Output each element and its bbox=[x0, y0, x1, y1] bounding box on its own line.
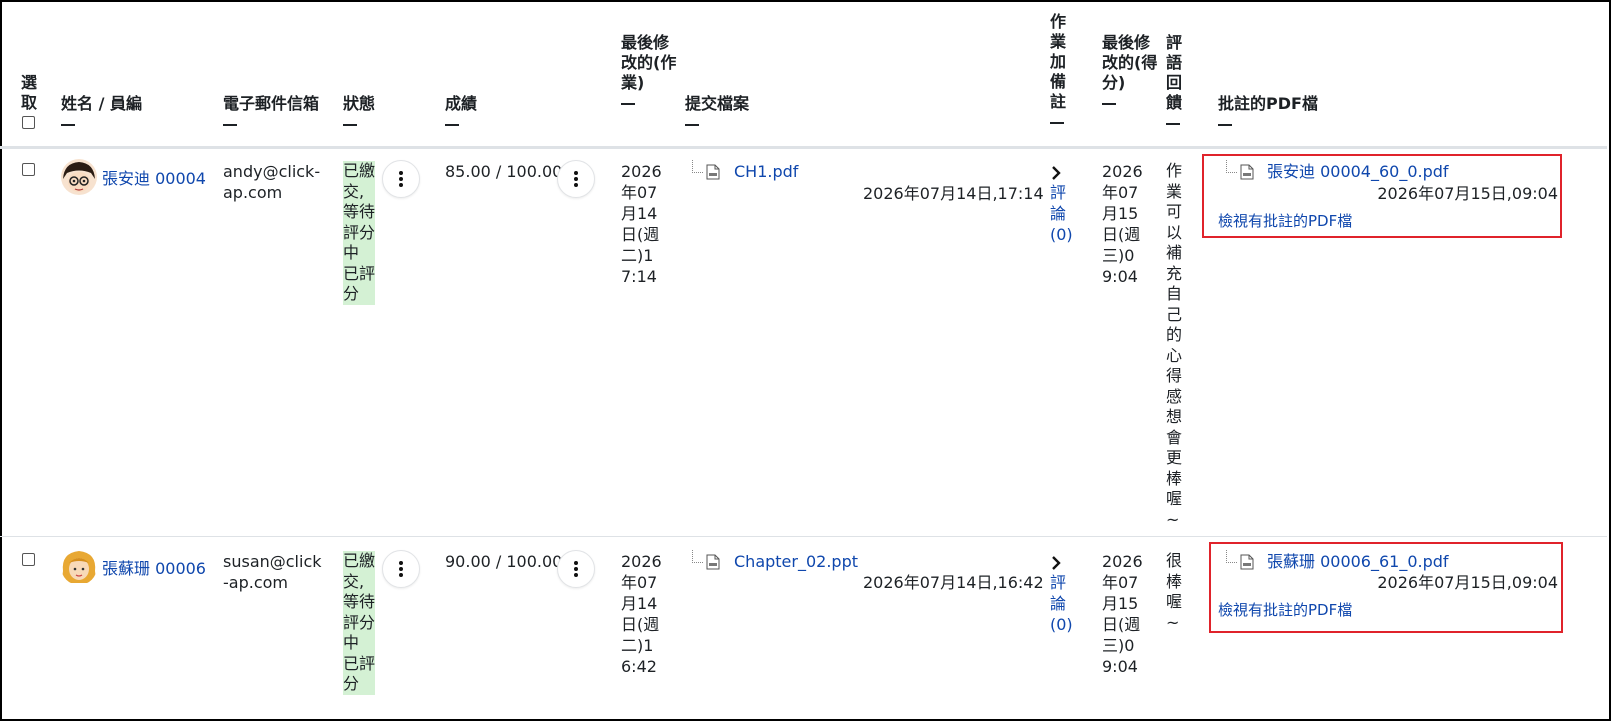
row-select-checkbox[interactable] bbox=[22, 553, 35, 566]
submitted-file-time: 2026年07月14日,17:14 bbox=[863, 184, 1044, 203]
annotated-file-time: 2026年07月15日,09:04 bbox=[1377, 184, 1558, 203]
grade-date: 2026年07月15日(週三)09:04 bbox=[1102, 552, 1143, 676]
comments-link[interactable]: 評論(0) bbox=[1050, 572, 1073, 635]
status-line: 評分 bbox=[343, 222, 376, 242]
status-line: 中 bbox=[343, 633, 360, 652]
header-feedback-label[interactable]: 評語回饋 bbox=[1166, 33, 1182, 112]
view-annotated-pdf-link[interactable]: 檢視有批註的PDF檔 bbox=[1218, 211, 1352, 232]
header-grade-label[interactable]: 成績 bbox=[445, 94, 477, 113]
email-text: susan@click-ap.com bbox=[223, 552, 322, 592]
header-email-label[interactable]: 電子郵件信箱 bbox=[223, 94, 319, 113]
sort-dash-icon[interactable] bbox=[61, 124, 75, 126]
sort-dash-icon[interactable] bbox=[445, 124, 459, 126]
select-all-checkbox[interactable] bbox=[22, 116, 35, 129]
header-name[interactable]: 姓名 / 員編 bbox=[61, 94, 142, 126]
status-line: 已評 bbox=[343, 263, 376, 283]
header-separator bbox=[0, 146, 1607, 149]
sort-dash-icon[interactable] bbox=[1166, 123, 1180, 125]
pdf-file-icon bbox=[1240, 554, 1254, 570]
sort-dash-icon[interactable] bbox=[343, 124, 357, 126]
user-name-link[interactable]: 張蘇珊 00006 bbox=[102, 558, 206, 579]
annotated-file-link[interactable]: 張蘇珊 00006_61_0.pdf bbox=[1267, 551, 1449, 572]
chevron-right-icon bbox=[1052, 556, 1061, 570]
header-last-modified-submission[interactable]: 最後修改的(作業) bbox=[621, 33, 681, 105]
header-name-label[interactable]: 姓名 / 員編 bbox=[61, 94, 142, 113]
header-last-modified-grade-label[interactable]: 最後修改的(得分) bbox=[1102, 33, 1157, 92]
status-menu-button[interactable] bbox=[382, 550, 420, 588]
status-badge: 已繳交, 等待 評分 中 已評 分 bbox=[343, 551, 375, 695]
feedback-text: 很棒喔~ bbox=[1166, 551, 1183, 632]
grade-text: 85.00 / 100.00 bbox=[445, 162, 563, 181]
ppt-file-icon bbox=[706, 554, 720, 570]
submission-date: 2026年07月14日(週二)16:42 bbox=[621, 552, 662, 676]
avatar[interactable] bbox=[61, 549, 97, 585]
status-line: 已評 bbox=[343, 653, 376, 673]
more-vertical-icon bbox=[574, 561, 578, 577]
header-files-label[interactable]: 提交檔案 bbox=[685, 94, 749, 113]
header-last-modified-submission-label[interactable]: 最後修改的(作業) bbox=[621, 33, 676, 92]
header-status-label[interactable]: 狀態 bbox=[343, 94, 375, 113]
status-menu-button[interactable] bbox=[382, 160, 420, 198]
annotated-file-link[interactable]: 張安迪 00004_60_0.pdf bbox=[1267, 161, 1449, 182]
status-line: 已繳交, bbox=[343, 161, 376, 201]
header-select: 選取 bbox=[21, 73, 38, 112]
status-badge: 已繳交, 等待 評分 中 已評 分 bbox=[343, 161, 375, 305]
status-line: 分 bbox=[343, 674, 360, 693]
submitted-file-link[interactable]: Chapter_02.ppt bbox=[734, 551, 858, 572]
sort-dash-icon[interactable] bbox=[1050, 122, 1064, 124]
sort-dash-icon[interactable] bbox=[223, 124, 237, 126]
grade-menu-button[interactable] bbox=[557, 160, 595, 198]
file-tree-line bbox=[692, 550, 703, 563]
view-annotated-pdf-link[interactable]: 檢視有批註的PDF檔 bbox=[1218, 600, 1352, 621]
submission-date: 2026年07月14日(週二)17:14 bbox=[621, 162, 662, 286]
status-line: 評分 bbox=[343, 612, 376, 632]
status-line: 中 bbox=[343, 243, 360, 262]
pdf-file-icon bbox=[1240, 164, 1254, 180]
status-line: 等待 bbox=[343, 202, 376, 221]
row-select-checkbox[interactable] bbox=[22, 163, 35, 176]
sort-dash-icon[interactable] bbox=[685, 124, 699, 126]
sort-dash-icon[interactable] bbox=[1102, 103, 1116, 105]
feedback-text: 作業可以補充自己的心得感想會更棒喔~ bbox=[1166, 161, 1183, 529]
annotated-file-time: 2026年07月15日,09:04 bbox=[1377, 573, 1558, 592]
header-last-modified-grade[interactable]: 最後修改的(得分) bbox=[1102, 33, 1162, 105]
submitted-file-link[interactable]: CH1.pdf bbox=[734, 161, 798, 182]
status-line: 已繳交, bbox=[343, 551, 376, 591]
row-separator bbox=[0, 536, 1607, 537]
more-vertical-icon bbox=[574, 171, 578, 187]
avatar-andy-icon bbox=[61, 159, 97, 195]
sort-dash-icon[interactable] bbox=[621, 103, 635, 105]
header-grade[interactable]: 成績 bbox=[445, 94, 477, 126]
header-comments-label[interactable]: 作業加備註 bbox=[1050, 12, 1066, 111]
header-files[interactable]: 提交檔案 bbox=[685, 94, 749, 126]
avatar[interactable] bbox=[61, 159, 97, 195]
grade-date: 2026年07月15日(週三)09:04 bbox=[1102, 162, 1143, 286]
comments-link[interactable]: 評論(0) bbox=[1050, 182, 1073, 245]
more-vertical-icon bbox=[399, 171, 403, 187]
submitted-file-time: 2026年07月14日,16:42 bbox=[863, 573, 1044, 592]
user-name-link[interactable]: 張安迪 00004 bbox=[102, 168, 206, 189]
email-text: andy@click-ap.com bbox=[223, 162, 321, 202]
grade-menu-button[interactable] bbox=[557, 550, 595, 588]
chevron-right-icon bbox=[1052, 166, 1061, 180]
status-line: 等待 bbox=[343, 592, 376, 611]
sort-dash-icon[interactable] bbox=[1218, 124, 1232, 126]
file-tree-line bbox=[1226, 160, 1237, 173]
grade-text: 90.00 / 100.00 bbox=[445, 552, 563, 571]
header-comments[interactable]: 作業加備註 bbox=[1050, 12, 1068, 124]
header-email[interactable]: 電子郵件信箱 bbox=[223, 94, 319, 126]
header-annotated-pdf-label[interactable]: 批註的PDF檔 bbox=[1218, 94, 1318, 113]
file-tree-line bbox=[692, 160, 703, 173]
pdf-file-icon bbox=[706, 164, 720, 180]
header-feedback[interactable]: 評語回饋 bbox=[1166, 33, 1184, 125]
avatar-susan-icon bbox=[61, 549, 97, 585]
header-status[interactable]: 狀態 bbox=[343, 94, 375, 126]
status-line: 分 bbox=[343, 284, 360, 303]
header-annotated-pdf[interactable]: 批註的PDF檔 bbox=[1218, 94, 1318, 126]
file-tree-line bbox=[1226, 550, 1237, 563]
more-vertical-icon bbox=[399, 561, 403, 577]
